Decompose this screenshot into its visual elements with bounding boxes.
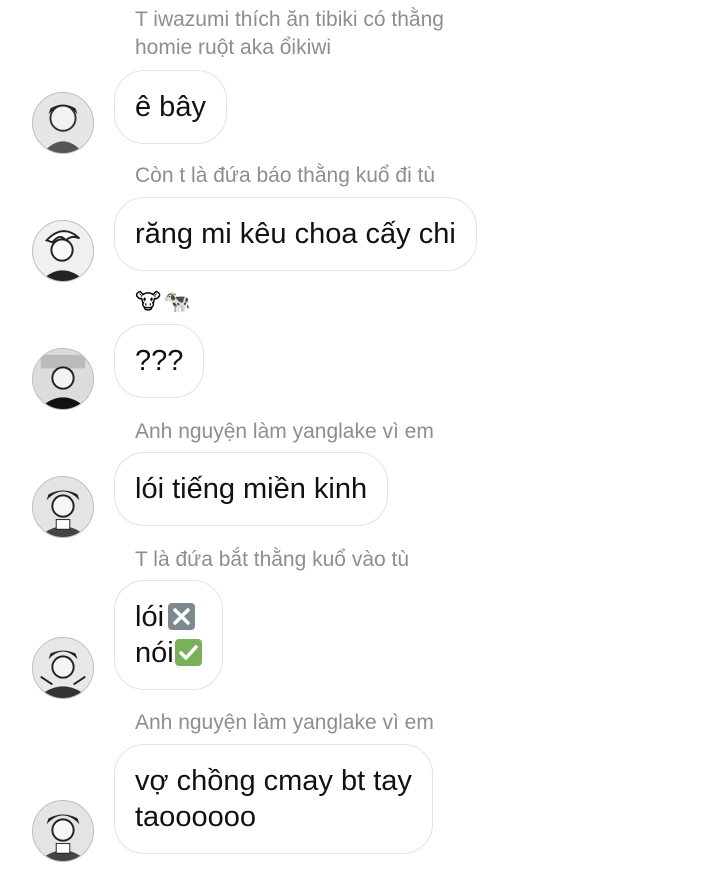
check-mark-button-icon [174,639,202,666]
message-bubble[interactable]: ê bây [114,70,227,144]
message-text-line: lói [135,599,202,635]
avatar[interactable] [32,637,94,699]
message-bubble[interactable]: vợ chồng cmay bt tay taoooooo [114,744,433,854]
sender-name-line-2: homie ruột aka ổikiwi [135,36,332,59]
avatar[interactable] [32,348,94,410]
sender-name-line-1: T iwazumi thích ăn tibiki có thằng [135,8,444,31]
message-text: ê bây [135,91,206,123]
message-bubble[interactable]: lói nói [114,580,223,690]
sender-name: Còn t là đứa báo thằng kuổ đi tù [135,164,436,187]
avatar[interactable] [32,476,94,538]
message-text: nói [135,637,174,669]
cow-icon: 🐄 [163,289,191,314]
sender-name: T iwazumi thích ăn tibiki có thằng homie… [135,6,444,62]
message-text: vợ chồng cmay bt tay [135,765,412,797]
message-text: lói tiếng miền kinh [135,473,368,505]
message-text: taoooooo [135,801,256,833]
avatar[interactable] [32,800,94,862]
message-text-line: nói [135,635,202,671]
avatar[interactable] [32,220,94,282]
message-bubble[interactable]: răng mi kêu choa cấy chi [114,197,477,271]
avatar[interactable] [32,92,94,154]
message-bubble[interactable]: ??? [114,324,205,398]
message-text: răng mi kêu choa cấy chi [135,218,456,250]
sender-name: Anh nguyện làm yanglake vì em [135,711,434,734]
sender-name: Anh nguyện làm yanglake vì em [135,420,434,443]
message-text: lói [135,601,165,633]
reaction-row[interactable]: 🐮🐄 [135,289,192,315]
cow-face-icon: 🐮 [135,289,162,314]
cross-mark-button-icon [168,603,196,630]
sender-name: T là đứa bắt thằng kuổ vào tù [135,548,410,571]
message-text: ??? [135,345,184,377]
message-bubble[interactable]: lói tiếng miền kinh [114,452,389,526]
